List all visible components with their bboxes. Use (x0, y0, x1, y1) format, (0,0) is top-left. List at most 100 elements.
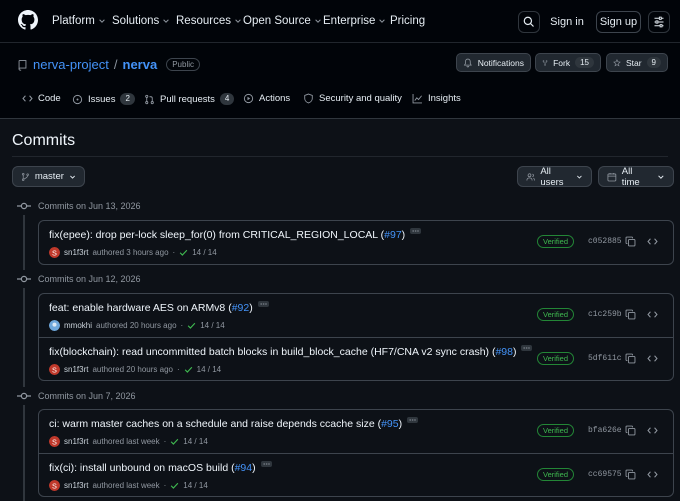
repo-owner-link[interactable]: nerva-project (33, 57, 109, 72)
fork-label: Fork (553, 57, 571, 68)
pr-link[interactable]: #97 (384, 229, 402, 241)
tab-issues-label: Issues (88, 93, 116, 105)
search-icon (523, 16, 534, 27)
check-icon[interactable] (170, 437, 179, 446)
tab-issues[interactable]: Issues 2 (72, 93, 135, 105)
expand-message-button[interactable] (410, 228, 422, 234)
commit-author[interactable]: sn1f3rt (64, 481, 88, 490)
nav-enterprise-label: Enterprise (323, 15, 376, 27)
nav-open-source[interactable]: Open Source (243, 15, 322, 27)
commit-sha[interactable]: cc69575 (588, 470, 622, 479)
commit-node-icon (14, 270, 34, 288)
verified-badge[interactable]: Verified (537, 235, 575, 248)
commit-message[interactable]: fix(epee): drop per-lock sleep_for(0) fr… (49, 228, 422, 241)
branch-selector[interactable]: master (12, 166, 85, 187)
checks-count: 14 / 14 (192, 248, 217, 257)
tab-security[interactable]: Security and quality (303, 93, 402, 104)
pr-link[interactable]: #94 (235, 462, 253, 474)
repo-separator: / (113, 57, 118, 72)
nav-pricing-label: Pricing (390, 15, 426, 27)
nav-platform[interactable]: Platform (52, 15, 106, 27)
tab-insights[interactable]: Insights (412, 93, 461, 104)
time-filter[interactable]: All time (598, 166, 674, 188)
avatar[interactable]: S (49, 480, 60, 491)
browse-repo-button[interactable] (645, 467, 659, 481)
notifications-button[interactable]: Notifications (456, 53, 531, 72)
check-icon[interactable] (179, 248, 188, 257)
browse-repo-button[interactable] (645, 307, 659, 321)
graph-icon (412, 94, 422, 104)
tab-security-label: Security and quality (319, 93, 402, 104)
sign-up-button[interactable]: Sign up (596, 11, 641, 33)
verified-badge[interactable]: Verified (537, 308, 575, 321)
copy-icon (625, 353, 635, 363)
commit-sha[interactable]: c1c259b (588, 310, 622, 319)
repository-title: nerva-project / nerva Public (17, 57, 200, 72)
expand-message-button[interactable] (257, 301, 269, 307)
commit-message[interactable]: ci: warm master caches on a schedule and… (49, 417, 419, 430)
copy-sha-button[interactable] (623, 423, 637, 437)
browse-repo-button[interactable] (645, 234, 659, 248)
tab-pull-requests-count: 4 (219, 93, 235, 105)
nav-pricing[interactable]: Pricing (390, 15, 425, 27)
pr-link[interactable]: #98 (495, 346, 513, 358)
commit-sha[interactable]: bfa626e (588, 426, 622, 435)
check-icon[interactable] (170, 481, 179, 490)
commit-meta: S sn1f3rt authored 20 hours ago · 14 / 1… (49, 364, 221, 375)
copy-sha-button[interactable] (623, 351, 637, 365)
nav-solutions[interactable]: Solutions (112, 15, 170, 27)
commit-time: authored 20 hours ago (96, 321, 177, 330)
copy-sha-button[interactable] (623, 467, 637, 481)
pr-link[interactable]: #92 (232, 302, 250, 314)
browse-repo-button[interactable] (645, 423, 659, 437)
commit-author[interactable]: sn1f3rt (64, 365, 88, 374)
menu-button[interactable] (648, 11, 670, 33)
commit-message[interactable]: fix(blockchain): read uncommitted batch … (49, 345, 533, 358)
commit-author[interactable]: sn1f3rt (64, 437, 88, 446)
tab-code[interactable]: Code (22, 93, 61, 104)
tab-pull-requests[interactable]: Pull requests 4 (144, 93, 235, 105)
nav-enterprise[interactable]: Enterprise (323, 15, 386, 27)
commit-message[interactable]: fix(ci): install unbound on macOS build … (49, 461, 272, 474)
fork-button[interactable]: Fork 15 (535, 53, 601, 72)
commit-meta: S sn1f3rt authored last week · 14 / 14 (49, 480, 208, 491)
verified-badge[interactable]: Verified (537, 424, 575, 437)
expand-message-button[interactable] (260, 461, 272, 467)
commit-time: authored 3 hours ago (92, 248, 169, 257)
check-icon[interactable] (184, 365, 193, 374)
sign-in-link[interactable]: Sign in (547, 11, 587, 33)
chevron-down-icon (379, 19, 386, 23)
commit-meta: S sn1f3rt authored last week · 14 / 14 (49, 436, 208, 447)
commit-message[interactable]: feat: enable hardware AES on ARMv8 (#92) (49, 301, 269, 314)
star-button[interactable]: Star 9 (606, 53, 668, 72)
check-icon[interactable] (187, 321, 196, 330)
avatar[interactable]: S (49, 247, 60, 258)
avatar[interactable] (49, 320, 60, 331)
expand-message-button[interactable] (407, 417, 419, 423)
users-filter[interactable]: All users (517, 166, 592, 188)
browse-repo-button[interactable] (645, 351, 659, 365)
commit-author[interactable]: sn1f3rt (64, 248, 88, 257)
branch-name: master (34, 171, 64, 182)
avatar[interactable]: S (49, 364, 60, 375)
search-button[interactable] (518, 11, 540, 33)
pr-link[interactable]: #95 (381, 418, 399, 430)
expand-message-button[interactable] (521, 345, 533, 351)
verified-badge[interactable]: Verified (537, 352, 575, 365)
copy-sha-button[interactable] (623, 234, 637, 248)
commit-sha[interactable]: 5df611c (588, 354, 622, 363)
commit-sha[interactable]: c052885 (588, 237, 622, 246)
tab-actions[interactable]: Actions (243, 93, 290, 104)
play-icon (243, 93, 254, 104)
github-logo-icon[interactable] (18, 10, 38, 30)
nav-resources[interactable]: Resources (176, 15, 242, 27)
avatar[interactable]: S (49, 436, 60, 447)
verified-badge[interactable]: Verified (537, 468, 575, 481)
repo-name-link[interactable]: nerva (123, 57, 158, 72)
commit-author[interactable]: mmokhi (64, 321, 92, 330)
star-icon (613, 58, 621, 66)
notifications-label: Notifications (477, 57, 524, 68)
top-navigation-bar: Platform Solutions Resources Open Source… (0, 0, 680, 43)
copy-sha-button[interactable] (623, 307, 637, 321)
tab-code-label: Code (38, 93, 61, 104)
